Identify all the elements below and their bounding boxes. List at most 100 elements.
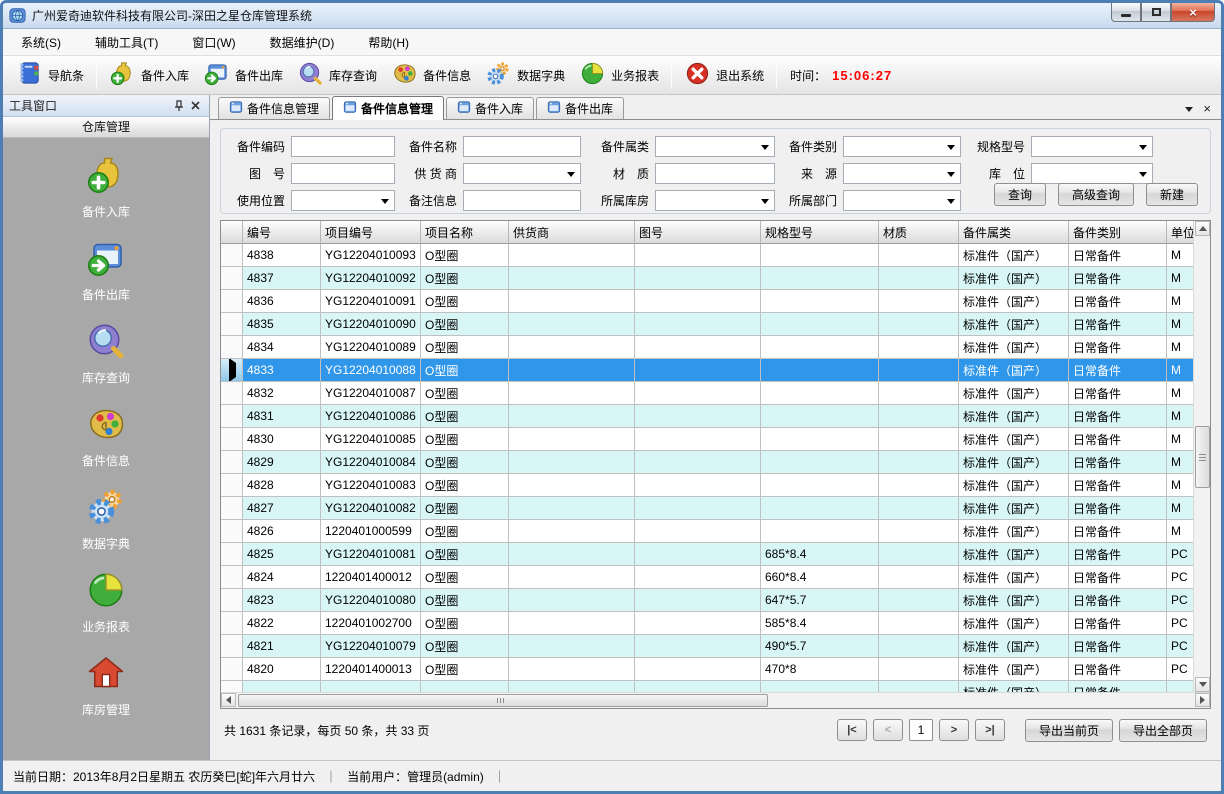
table-row[interactable]: 48261220401000599O型圈标准件（国产）日常备件M	[221, 520, 1193, 543]
row-selector-cell[interactable]	[221, 474, 243, 497]
column-header-id[interactable]: 编号	[243, 221, 321, 244]
sidebar-item-report[interactable]: 业务报表	[82, 569, 130, 635]
cell-category[interactable]: 标准件（国产）	[959, 474, 1069, 497]
cell-type[interactable]: 日常备件	[1069, 681, 1167, 692]
text-field[interactable]	[463, 136, 581, 157]
cell-unit[interactable]: PC	[1167, 566, 1193, 589]
column-header-type[interactable]: 备件类别	[1069, 221, 1167, 244]
cell-category[interactable]: 标准件（国产）	[959, 405, 1069, 428]
minimize-button[interactable]	[1111, 3, 1141, 22]
cell-unit[interactable]: M	[1167, 290, 1193, 313]
cell-supplier[interactable]	[509, 497, 635, 520]
cell-supplier[interactable]	[509, 405, 635, 428]
combo-field[interactable]	[843, 163, 961, 184]
cell-material[interactable]	[879, 681, 959, 692]
cell-unit[interactable]: M	[1167, 267, 1193, 290]
cell-project_no[interactable]: YG12204010093	[321, 244, 421, 267]
toolbar-button-stock-query[interactable]: 库存查询	[290, 57, 384, 93]
cell-material[interactable]	[879, 658, 959, 681]
cell-drawing_no[interactable]	[635, 589, 761, 612]
cell-spec[interactable]	[761, 474, 879, 497]
next-page-button[interactable]: >	[939, 719, 969, 741]
cell-category[interactable]: 标准件（国产）	[959, 543, 1069, 566]
cell-drawing_no[interactable]	[635, 543, 761, 566]
cell-id[interactable]: 4821	[243, 635, 321, 658]
table-row[interactable]: 4835YG12204010090O型圈标准件（国产）日常备件M	[221, 313, 1193, 336]
cell-spec[interactable]	[761, 244, 879, 267]
combo-field[interactable]	[463, 163, 581, 184]
cell-project_no[interactable]: YG12204010085	[321, 428, 421, 451]
column-header-drawing_no[interactable]: 图号	[635, 221, 761, 244]
cell-id[interactable]	[243, 681, 321, 692]
cell-project_name[interactable]: O型圈	[421, 267, 509, 290]
cell-unit[interactable]: M	[1167, 359, 1193, 382]
vertical-scrollbar[interactable]	[1193, 221, 1210, 692]
row-selector-cell[interactable]	[221, 359, 243, 382]
tab-1-active[interactable]: 备件信息管理	[332, 96, 444, 120]
tab-2[interactable]: 备件入库	[446, 97, 534, 119]
cell-category[interactable]: 标准件（国产）	[959, 313, 1069, 336]
cell-drawing_no[interactable]	[635, 497, 761, 520]
tab-close-icon[interactable]: ×	[1203, 104, 1211, 114]
row-selector-cell[interactable]	[221, 543, 243, 566]
text-field[interactable]	[291, 163, 395, 184]
combo-field[interactable]	[1031, 163, 1153, 184]
cell-id[interactable]: 4836	[243, 290, 321, 313]
table-row[interactable]: 4833YG12204010088O型圈标准件（国产）日常备件M	[221, 359, 1193, 382]
cell-supplier[interactable]	[509, 566, 635, 589]
row-selector-cell[interactable]	[221, 244, 243, 267]
cell-project_no[interactable]: YG12204010089	[321, 336, 421, 359]
cell-project_name[interactable]: O型圈	[421, 543, 509, 566]
cell-spec[interactable]: 647*5.7	[761, 589, 879, 612]
cell-category[interactable]: 标准件（国产）	[959, 635, 1069, 658]
cell-drawing_no[interactable]	[635, 405, 761, 428]
cell-project_name[interactable]: O型圈	[421, 474, 509, 497]
table-row[interactable]: 4825YG12204010081O型圈685*8.4标准件（国产）日常备件PC	[221, 543, 1193, 566]
cell-drawing_no[interactable]	[635, 382, 761, 405]
export-current-page-button[interactable]: 导出当前页	[1025, 719, 1113, 742]
cell-type[interactable]: 日常备件	[1069, 382, 1167, 405]
last-page-button[interactable]: >|	[975, 719, 1005, 741]
cell-material[interactable]	[879, 382, 959, 405]
vertical-scrollbar-thumb[interactable]	[1195, 426, 1210, 488]
cell-project_no[interactable]: YG12204010079	[321, 635, 421, 658]
table-row[interactable]: 4830YG12204010085O型圈标准件（国产）日常备件M	[221, 428, 1193, 451]
cell-id[interactable]: 4838	[243, 244, 321, 267]
tab-list-dropdown-icon[interactable]	[1185, 107, 1193, 112]
toolbar-button-navbar-book[interactable]: 导航条	[9, 57, 91, 93]
toolbar-button-exit[interactable]: 退出系统	[677, 57, 771, 93]
row-selector-cell[interactable]	[221, 405, 243, 428]
cell-supplier[interactable]	[509, 658, 635, 681]
cell-unit[interactable]: M	[1167, 382, 1193, 405]
prev-page-button[interactable]: <	[873, 719, 903, 741]
cell-category[interactable]: 标准件（国产）	[959, 589, 1069, 612]
cell-material[interactable]	[879, 359, 959, 382]
cell-id[interactable]: 4830	[243, 428, 321, 451]
cell-unit[interactable]: PC	[1167, 543, 1193, 566]
cell-type[interactable]: 日常备件	[1069, 428, 1167, 451]
cell-drawing_no[interactable]	[635, 612, 761, 635]
cell-project_name[interactable]	[421, 681, 509, 692]
combo-field[interactable]	[291, 190, 395, 211]
cell-material[interactable]	[879, 267, 959, 290]
cell-category[interactable]: 标准件（国产）	[959, 451, 1069, 474]
toolbar-button-stock-in[interactable]: 备件入库	[102, 57, 196, 93]
cell-supplier[interactable]	[509, 267, 635, 290]
cell-drawing_no[interactable]	[635, 359, 761, 382]
cell-material[interactable]	[879, 244, 959, 267]
cell-type[interactable]: 日常备件	[1069, 359, 1167, 382]
cell-category[interactable]: 标准件（国产）	[959, 244, 1069, 267]
cell-supplier[interactable]	[509, 520, 635, 543]
table-row[interactable]: 4838YG12204010093O型圈标准件（国产）日常备件M	[221, 244, 1193, 267]
cell-project_name[interactable]: O型圈	[421, 658, 509, 681]
cell-unit[interactable]: M	[1167, 497, 1193, 520]
tab-3[interactable]: 备件出库	[536, 97, 624, 119]
cell-spec[interactable]: 490*5.7	[761, 635, 879, 658]
cell-drawing_no[interactable]	[635, 681, 761, 692]
sidebar-item-stock-out[interactable]: 备件出库	[82, 237, 130, 303]
cell-project_name[interactable]: O型圈	[421, 428, 509, 451]
table-row[interactable]: 4829YG12204010084O型圈标准件（国产）日常备件M	[221, 451, 1193, 474]
table-row[interactable]: 48201220401400013O型圈470*8标准件（国产）日常备件PC	[221, 658, 1193, 681]
cell-project_no[interactable]: YG12204010084	[321, 451, 421, 474]
cell-spec[interactable]: 585*8.4	[761, 612, 879, 635]
